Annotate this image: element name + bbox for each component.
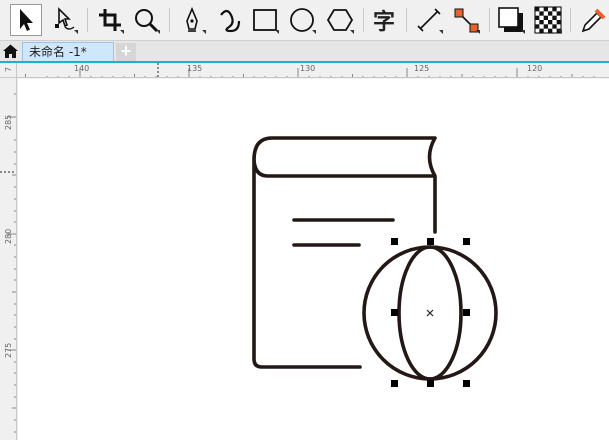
selection-handle-top-right[interactable] (463, 238, 470, 245)
toolbox: 字 (0, 0, 609, 40)
dimension-tool-icon[interactable] (413, 4, 445, 36)
selection-handle-top[interactable] (427, 238, 434, 245)
vruler-label-285: 285 (4, 114, 13, 130)
rectangle-tool-icon[interactable] (249, 4, 281, 36)
selection-handle-bottom-left[interactable] (391, 380, 398, 387)
selection-handle-top-left[interactable] (391, 238, 398, 245)
text-tool-icon[interactable]: 字 (368, 4, 400, 36)
vertical-ruler[interactable]: 285 280 275 (0, 78, 17, 440)
selection-handle-bottom[interactable] (427, 380, 434, 387)
selection-handle-left[interactable] (391, 309, 398, 316)
vruler-label-280: 280 (4, 228, 13, 244)
vruler-label-275: 275 (4, 342, 13, 358)
hruler-label-140: 140 (74, 64, 90, 73)
new-tab-button[interactable]: + (116, 42, 136, 61)
pen-tool-icon[interactable] (176, 4, 208, 36)
horizontal-ruler[interactable]: 140 135 130 125 120 (17, 63, 609, 78)
document-tab[interactable]: 未命名 -1* (22, 42, 114, 62)
home-icon[interactable] (2, 43, 19, 60)
eyedropper-tool-icon[interactable] (576, 4, 608, 36)
selection-handle-right[interactable] (463, 309, 470, 316)
ruler-corner-label: 7 (4, 66, 14, 73)
pick-tool-icon[interactable] (10, 4, 42, 36)
selection-handle-bottom-right[interactable] (463, 380, 470, 387)
crop-tool-icon[interactable] (94, 4, 126, 36)
shape-tool-icon[interactable] (48, 4, 80, 36)
drawing-canvas[interactable] (18, 79, 609, 440)
ruler-origin[interactable]: 7 (0, 63, 17, 78)
zoom-tool-icon[interactable] (130, 4, 162, 36)
polygon-tool-icon[interactable] (324, 4, 356, 36)
hruler-label-125: 125 (414, 64, 430, 73)
connector-tool-icon[interactable] (450, 4, 482, 36)
artistic-media-tool-icon[interactable] (214, 4, 246, 36)
hruler-label-120: 120 (527, 64, 543, 73)
hruler-label-135: 135 (187, 64, 203, 73)
ellipse-tool-icon[interactable] (286, 4, 318, 36)
document-tab-bar: 未命名 -1* + (0, 40, 609, 62)
drop-shadow-tool-icon[interactable] (495, 4, 527, 36)
text-tool-glyph: 字 (372, 10, 395, 35)
hruler-label-130: 130 (300, 64, 316, 73)
transparency-tool-icon[interactable] (532, 4, 564, 36)
